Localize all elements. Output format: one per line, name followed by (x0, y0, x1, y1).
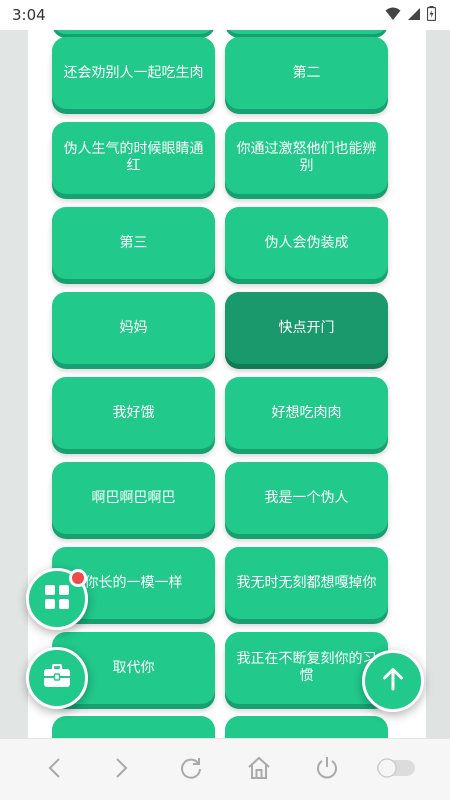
toolbox-button[interactable] (26, 647, 88, 709)
sound-button[interactable]: 我无时无刻都想嘎掉你 (225, 547, 388, 619)
home-button[interactable] (239, 750, 279, 790)
grid-icon (44, 584, 70, 614)
back-button[interactable] (34, 750, 74, 790)
status-icons (385, 5, 437, 25)
partial-button-bottom-right[interactable] (225, 716, 388, 738)
arrow-up-icon (382, 667, 404, 695)
right-gutter (426, 30, 450, 738)
sound-button[interactable]: 我是一个伪人 (225, 462, 388, 534)
power-button[interactable] (307, 750, 347, 790)
partial-button-top-left[interactable] (52, 30, 215, 34)
sound-button[interactable]: 第二 (225, 37, 388, 109)
content-area: 还会劝别人一起吃生肉 第二 伪人生气的时候眼睛通红 你通过激怒他们也能辨别 第三… (0, 30, 450, 738)
partial-button-bottom-left[interactable] (52, 716, 215, 738)
toggle-icon (376, 757, 416, 783)
sound-button[interactable]: 伪人生气的时候眼睛通红 (52, 122, 215, 194)
toolbox-icon (43, 663, 71, 692)
scroll-top-button[interactable] (362, 650, 424, 712)
grid-menu-button[interactable] (26, 568, 88, 630)
forward-icon (115, 757, 129, 783)
sound-button[interactable]: 我好饿 (52, 377, 215, 449)
refresh-button[interactable] (171, 750, 211, 790)
partial-button-top-right[interactable] (225, 30, 388, 34)
status-time: 3:04 (12, 6, 46, 24)
bottom-nav-bar (0, 738, 450, 800)
home-icon (247, 756, 271, 784)
sound-button[interactable]: 第三 (52, 207, 215, 279)
refresh-icon (179, 756, 203, 784)
back-icon (47, 757, 61, 783)
forward-button[interactable] (102, 750, 142, 790)
toggle-switch[interactable] (376, 750, 416, 790)
sound-button[interactable]: 还会劝别人一起吃生肉 (52, 37, 215, 109)
sound-button-grid: 还会劝别人一起吃生肉 第二 伪人生气的时候眼睛通红 你通过激怒他们也能辨别 第三… (52, 37, 388, 704)
sound-button[interactable]: 妈妈 (52, 292, 215, 364)
signal-icon (407, 6, 421, 25)
sound-button-active[interactable]: 快点开门 (225, 292, 388, 364)
sound-button[interactable]: 好想吃肉肉 (225, 377, 388, 449)
left-gutter (0, 30, 28, 738)
notification-badge (69, 569, 87, 587)
power-icon (315, 756, 339, 784)
sound-button[interactable]: 你通过激怒他们也能辨别 (225, 122, 388, 194)
wifi-icon (385, 6, 401, 25)
battery-icon (426, 5, 437, 25)
sound-button[interactable]: 啊巴啊巴啊巴 (52, 462, 215, 534)
sound-button[interactable]: 伪人会伪装成 (225, 207, 388, 279)
status-bar: 3:04 (0, 0, 450, 30)
